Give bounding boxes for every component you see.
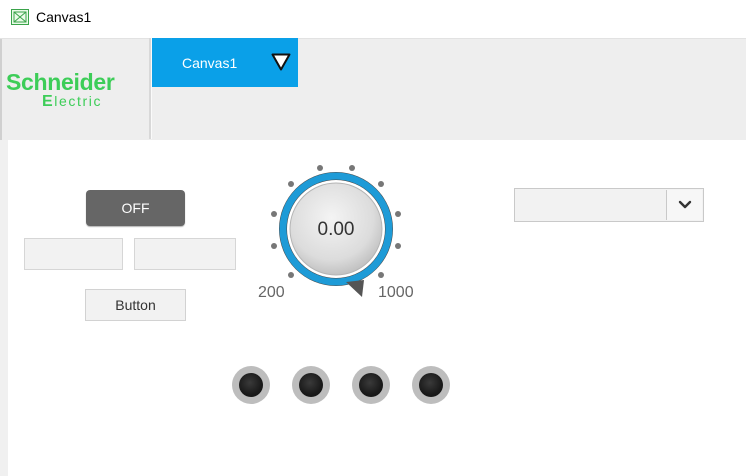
chevron-down-icon [678, 200, 692, 209]
indicator-light-3 [352, 366, 390, 404]
canvas-app-icon [11, 9, 29, 25]
push-button[interactable]: Button [85, 289, 186, 321]
window-title-bar: Canvas1 [0, 0, 746, 38]
logo-wordmark-top: Schneider [6, 69, 115, 95]
toggle-off-button[interactable]: OFF [86, 190, 185, 226]
header-left-edge [0, 39, 2, 140]
indicator-light-2 [292, 366, 330, 404]
indicator-light-4 [412, 366, 450, 404]
knob-pointer [346, 280, 364, 297]
dropdown-triangle-icon[interactable] [271, 53, 291, 71]
combo-dropdown-button[interactable] [666, 190, 702, 220]
window-title: Canvas1 [36, 9, 92, 25]
knob-min-label: 200 [258, 284, 285, 301]
schneider-electric-logo: Schneider Electric [6, 70, 146, 116]
combo-box[interactable] [514, 188, 704, 222]
knob-max-label: 1000 [378, 284, 414, 301]
indicator-light-1 [232, 366, 270, 404]
logo-wordmark-bottom: Electric [42, 93, 103, 110]
tab-canvas1[interactable]: Canvas1 [152, 38, 298, 87]
knob-value: 0.00 [317, 219, 355, 240]
text-field-2[interactable] [134, 238, 236, 270]
tab-label: Canvas1 [182, 55, 238, 71]
text-field-1[interactable] [24, 238, 123, 270]
